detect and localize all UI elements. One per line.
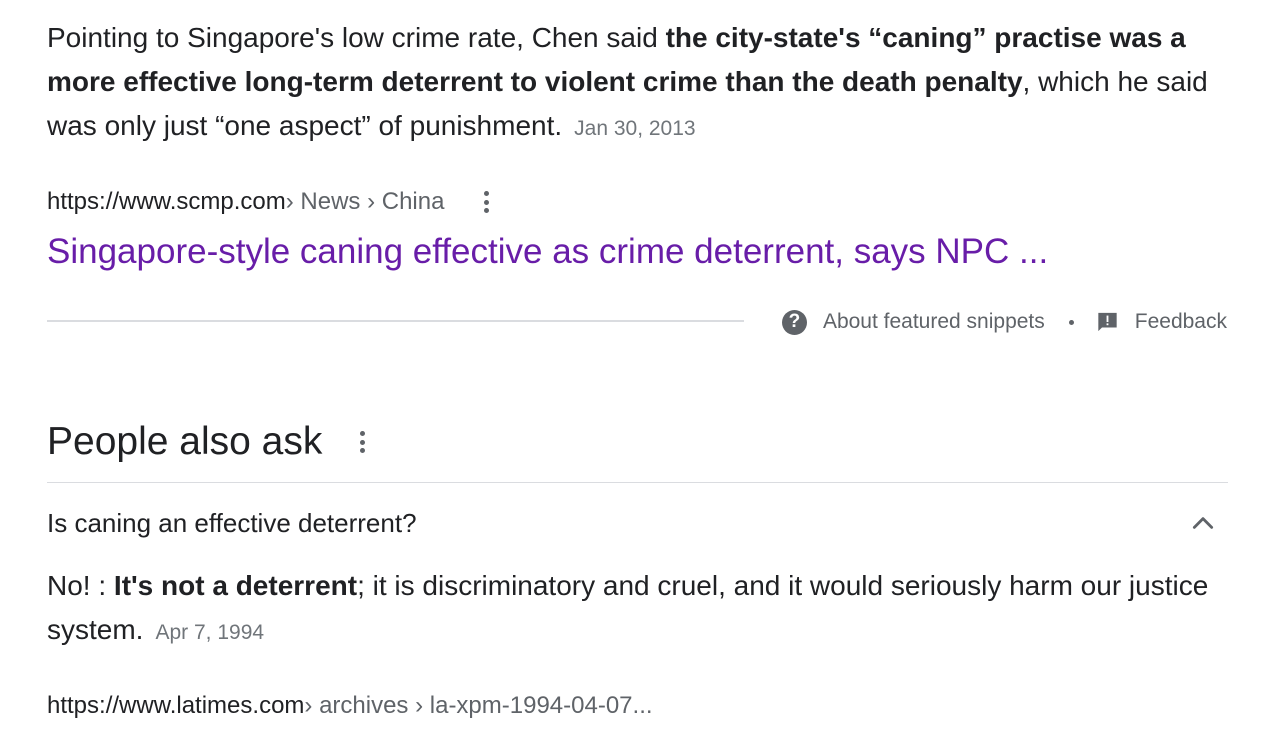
feedback-link[interactable]: Feedback <box>1135 310 1227 334</box>
snippet-footer: ? About featured snippets Feedback <box>781 306 1227 338</box>
paa-question[interactable]: Is caning an effective deterrent? <box>47 500 1228 546</box>
answer-prefix: No! : <box>47 570 114 601</box>
source-domain[interactable]: https://www.scmp.com <box>47 188 286 216</box>
answer-date: Apr 7, 1994 <box>155 621 265 644</box>
paa-title: People also ask <box>47 420 323 463</box>
feedback-icon[interactable] <box>1096 311 1119 333</box>
snippet-text-before: Pointing to Singapore's low crime rate, … <box>47 22 666 53</box>
divider <box>47 320 744 322</box>
paa-divider <box>47 482 1228 483</box>
source-breadcrumbs: › News › China <box>285 188 445 215</box>
people-also-ask-heading: People also ask <box>47 418 366 466</box>
source-citation: https://www.scmp.com › News › China <box>47 184 490 220</box>
answer-source-domain[interactable]: https://www.latimes.com <box>47 692 304 720</box>
paa-question-text: Is caning an effective deterrent? <box>47 507 417 538</box>
search-results-page: Pointing to Singapore's low crime rate, … <box>0 0 1280 739</box>
result-title-link[interactable]: Singapore-style caning effective as crim… <box>47 228 1048 276</box>
answer-source-citation: https://www.latimes.com › archives › la-… <box>47 688 653 724</box>
about-featured-snippets-link[interactable]: About featured snippets <box>823 310 1045 334</box>
answer-bold: It's not a deterrent <box>113 570 358 601</box>
answer-source-breadcrumbs: › archives › la-xpm-1994-04-07... <box>304 692 653 719</box>
help-icon[interactable]: ? <box>781 309 807 335</box>
featured-snippet-text: Pointing to Singapore's low crime rate, … <box>47 16 1247 151</box>
chevron-up-icon[interactable] <box>1190 510 1216 536</box>
paa-more-options-icon[interactable] <box>360 431 366 453</box>
snippet-date: Jan 30, 2013 <box>574 117 696 140</box>
separator-dot <box>1068 319 1074 325</box>
more-options-icon[interactable] <box>484 191 490 213</box>
paa-answer: No! : It's not a deterrent; it is discri… <box>47 564 1228 655</box>
